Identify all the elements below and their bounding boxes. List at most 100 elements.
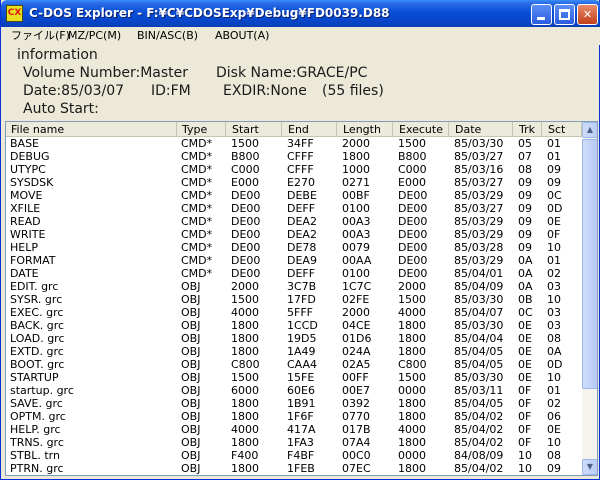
cell-start: F400: [231, 449, 259, 462]
cell-filename: LOAD. grc: [10, 332, 65, 345]
menu-file[interactable]: ファイル(F): [8, 27, 73, 45]
column-header-length[interactable]: Length: [338, 122, 393, 137]
cell-length: 00AA: [342, 254, 372, 267]
cell-end: CAA4: [287, 358, 318, 371]
close-button[interactable]: ✕: [577, 4, 598, 25]
cell-end: CFFF: [287, 163, 314, 176]
table-row[interactable]: BOOT. grc OBJ C800 CAA4 02A5 C800 85/04/05 0E 0D: [6, 358, 582, 371]
table-row[interactable]: STARTUP OBJ 1500 15FE 00FF 1500 85/03/30 0E 10: [6, 371, 582, 384]
cell-start: DE00: [231, 202, 261, 215]
cell-trk: 0F: [518, 410, 532, 423]
cell-filename: STARTUP: [10, 371, 59, 384]
menu-bar: ファイル(F) MZ/PC(M) BIN/ASC(B) ABOUT(A): [2, 27, 600, 45]
table-row[interactable]: HELP. grc OBJ 4000 417A 017B 4000 85/04/02 0F 0E: [6, 423, 582, 436]
cell-length: 00BF: [342, 189, 370, 202]
table-row[interactable]: READ CMD* DE00 DEA2 00A3 DE00 85/03/29 09 0E: [6, 215, 582, 228]
info-heading: information: [17, 47, 98, 63]
table-row[interactable]: LOAD. grc OBJ 1800 19D5 01D6 1800 85/04/04 0E 08: [6, 332, 582, 345]
table-row[interactable]: WRITE CMD* DE00 DEA2 00A3 DE00 85/03/29 09 0F: [6, 228, 582, 241]
cell-start: DE00: [231, 267, 261, 280]
table-row[interactable]: EXTD. grc OBJ 1800 1A49 024A 1800 85/04/05 0E 0A: [6, 345, 582, 358]
cell-end: F4BF: [287, 449, 315, 462]
cell-trk: 0A: [518, 254, 533, 267]
cell-sct: 01: [547, 384, 561, 397]
table-row[interactable]: UTYPC CMD* C000 CFFF 1000 C000 85/03/16 08 09: [6, 163, 582, 176]
table-row[interactable]: TRNS. grc OBJ 1800 1FA3 07A4 1800 85/04/02 0F 10: [6, 436, 582, 449]
maximize-button[interactable]: [554, 4, 575, 25]
file-list[interactable]: File name Type Start End Length Execute …: [5, 121, 598, 476]
column-header-start[interactable]: Start: [227, 122, 282, 137]
cell-start: 1800: [231, 332, 259, 345]
main-window: CX C-DOS Explorer - F:¥C¥CDOSExp¥Debug¥F…: [0, 0, 600, 480]
cell-date: 85/04/02: [454, 436, 504, 449]
cell-execute: 4000: [398, 423, 426, 436]
table-row[interactable]: EDIT. grc OBJ 2000 3C7B 1C7C 2000 85/04/09 0A 03: [6, 280, 582, 293]
cell-date: 85/03/16: [454, 163, 504, 176]
table-row[interactable]: SYSR. grc OBJ 1500 17FD 02FE 1500 85/03/30 0B 10: [6, 293, 582, 306]
app-icon[interactable]: CX: [6, 5, 23, 22]
cell-sct: 03: [547, 319, 561, 332]
cell-start: 1500: [231, 137, 259, 150]
column-header-date[interactable]: Date: [450, 122, 513, 137]
vertical-scrollbar[interactable]: ▲ ▼: [582, 122, 597, 475]
table-row[interactable]: SAVE. grc OBJ 1800 1B91 0392 1800 85/04/05 0F 02: [6, 397, 582, 410]
table-row[interactable]: BASE CMD* 1500 34FF 2000 1500 85/03/30 05 01: [6, 137, 582, 150]
menu-bin-asc[interactable]: BIN/ASC(B): [134, 27, 201, 45]
table-row[interactable]: MOVE CMD* DE00 DEBE 00BF DE00 85/03/29 09 0C: [6, 189, 582, 202]
cell-type: CMD*: [181, 163, 213, 176]
cell-type: OBJ: [181, 280, 201, 293]
table-row[interactable]: XFILE CMD* DE00 DEFF 0100 DE00 85/03/27 09 0D: [6, 202, 582, 215]
cell-execute: 1800: [398, 332, 426, 345]
menu-mz-pc[interactable]: MZ/PC(M): [65, 27, 124, 45]
column-header-filename[interactable]: File name: [6, 122, 177, 137]
column-header-end[interactable]: End: [283, 122, 337, 137]
cell-filename: XFILE: [10, 202, 41, 215]
cell-execute: DE00: [398, 189, 428, 202]
column-header-execute[interactable]: Execute: [394, 122, 449, 137]
table-row[interactable]: EXEC. grc OBJ 4000 5FFF 2000 4000 85/04/07 0C 03: [6, 306, 582, 319]
menu-about[interactable]: ABOUT(A): [212, 27, 272, 45]
cell-sct: 01: [547, 137, 561, 150]
scroll-down-button[interactable]: ▼: [582, 459, 597, 475]
cell-type: OBJ: [181, 332, 201, 345]
exdir: EXDIR:None: [223, 83, 307, 99]
table-row[interactable]: startup. grc OBJ 6000 60E6 00E7 0000 85/03/11 0…: [6, 384, 582, 397]
scroll-up-button[interactable]: ▲: [582, 122, 597, 138]
title-bar[interactable]: CX C-DOS Explorer - F:¥C¥CDOSExp¥Debug¥F…: [1, 0, 600, 27]
cell-length: 02FE: [342, 293, 370, 306]
cell-length: 00A3: [342, 228, 371, 241]
cell-start: 1500: [231, 371, 259, 384]
column-header-trk[interactable]: Trk: [514, 122, 542, 137]
cell-sct: 0C: [547, 189, 562, 202]
table-row[interactable]: DATE CMD* DE00 DEFF 0100 DE00 85/04/01 0A 02: [6, 267, 582, 280]
cell-trk: 0A: [518, 280, 533, 293]
cell-date: 85/04/09: [454, 280, 504, 293]
minimize-button[interactable]: [531, 4, 552, 25]
table-row[interactable]: STBL. trn OBJ F400 F4BF 00C0 0000 84/08/09 10 08: [6, 449, 582, 462]
cell-length: 024A: [342, 345, 371, 358]
cell-date: 85/03/30: [454, 293, 504, 306]
cell-sct: 0D: [547, 358, 563, 371]
scroll-thumb[interactable]: [582, 139, 597, 389]
cell-execute: B800: [398, 150, 427, 163]
cell-start: DE00: [231, 228, 261, 241]
table-row[interactable]: FORMAT CMD* DE00 DEA9 00AA DE00 85/03/29 0A 01: [6, 254, 582, 267]
cell-trk: 05: [518, 137, 532, 150]
table-row[interactable]: HELP CMD* DE00 DE78 0079 DE00 85/03/28 09 10: [6, 241, 582, 254]
cell-length: 00A3: [342, 215, 371, 228]
cell-execute: 1500: [398, 371, 426, 384]
cell-end: 417A: [287, 423, 316, 436]
table-row[interactable]: PTRN. grc OBJ 1800 1FEB 07EC 1800 85/04/02 10 09: [6, 462, 582, 475]
cell-trk: 09: [518, 215, 532, 228]
column-header-sct[interactable]: Sct: [543, 122, 582, 137]
cell-trk: 08: [518, 163, 532, 176]
cell-filename: DEBUG: [10, 150, 50, 163]
table-row[interactable]: OPTM. grc OBJ 1800 1F6F 0770 1800 85/04/02 0F 06: [6, 410, 582, 423]
table-row[interactable]: DEBUG CMD* B800 CFFF 1800 B800 85/03/27 07 01: [6, 150, 582, 163]
cell-sct: 01: [547, 150, 561, 163]
table-row[interactable]: SYSDSK CMD* E000 E270 0271 E000 85/03/27 09 09: [6, 176, 582, 189]
table-row[interactable]: BACK. grc OBJ 1800 1CCD 04CE 1800 85/03/30 0E 03: [6, 319, 582, 332]
cell-trk: 0C: [518, 306, 533, 319]
cell-end: 34FF: [287, 137, 314, 150]
column-header-type[interactable]: Type: [177, 122, 226, 137]
